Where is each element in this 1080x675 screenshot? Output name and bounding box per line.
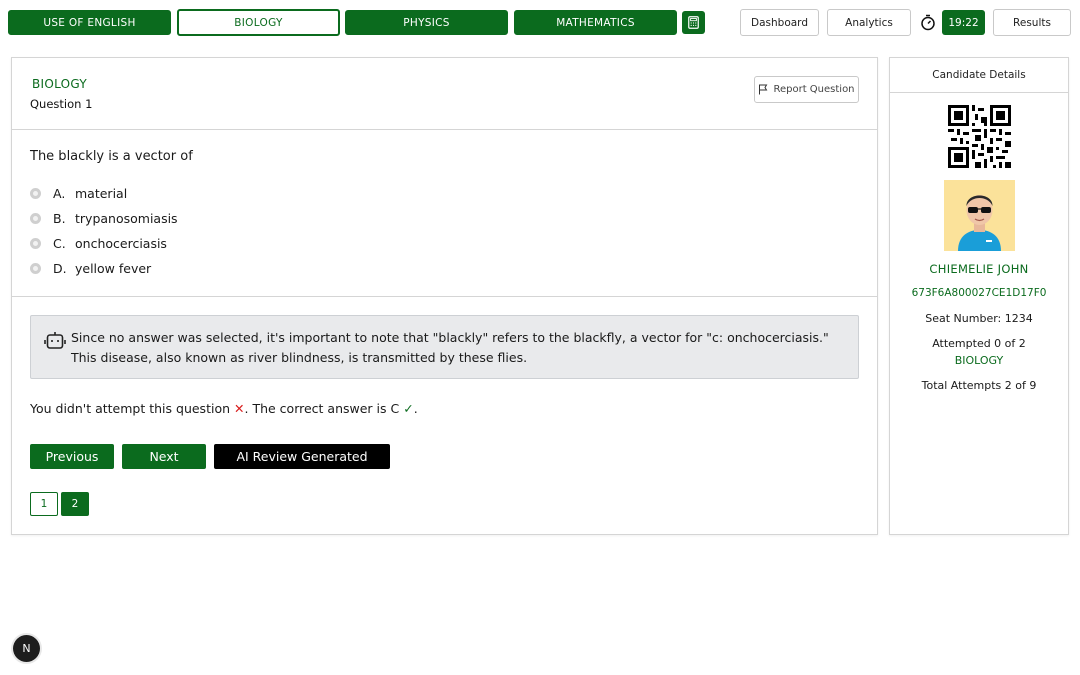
question-card: BIOLOGY Question 1 Report Question The b… [11, 57, 878, 535]
option-b[interactable]: B. trypanosomiasis [30, 209, 178, 227]
timer-display: 19:22 [942, 10, 985, 35]
question-header: BIOLOGY Question 1 Report Question [12, 58, 877, 130]
option-letter: A. [53, 185, 66, 201]
previous-button[interactable]: Previous [30, 444, 114, 469]
n-badge-button[interactable]: N [13, 635, 40, 662]
option-letter: C. [53, 235, 66, 251]
question-number: Question 1 [30, 97, 93, 111]
report-question-label: Report Question [773, 84, 855, 95]
page-button-2[interactable]: 2 [61, 492, 89, 516]
question-text: The blackly is a vector of [30, 149, 193, 164]
subject-title: BIOLOGY [32, 77, 88, 91]
option-letter: B. [53, 210, 66, 226]
stopwatch-icon [921, 14, 935, 31]
candidate-details-card: Candidate Details CHIEMELIE JOHN 673F6A8… [889, 57, 1069, 535]
attempted-count: Attempted 0 of 2 [932, 337, 1026, 350]
radio-button[interactable] [30, 237, 41, 249]
avatar-illustration [944, 180, 1015, 251]
radio-button[interactable] [30, 212, 41, 224]
ai-review-button[interactable]: AI Review Generated [214, 444, 390, 469]
result-text-end: . [413, 401, 418, 416]
analytics-button[interactable]: Analytics [827, 9, 911, 36]
option-d[interactable]: D. yellow fever [30, 259, 151, 277]
calculator-icon [688, 16, 699, 29]
radio-button[interactable] [30, 187, 41, 199]
subject-tab-mathematics[interactable]: MATHEMATICS [514, 10, 677, 35]
qr-code [948, 105, 1011, 168]
ai-review-box: Since no answer was selected, it's impor… [30, 315, 859, 379]
calculator-button[interactable] [682, 11, 705, 34]
option-letter: D. [53, 260, 67, 276]
seat-number: Seat Number: 1234 [925, 312, 1033, 325]
subject-tab-use-of-english[interactable]: USE OF ENGLISH [8, 10, 171, 35]
dashboard-button[interactable]: Dashboard [740, 9, 819, 36]
candidate-details-header: Candidate Details [890, 58, 1068, 93]
option-text: trypanosomiasis [75, 210, 178, 226]
option-a[interactable]: A. material [30, 184, 127, 202]
cross-icon: ✕ [234, 401, 245, 416]
results-button[interactable]: Results [993, 9, 1071, 36]
robot-icon [44, 332, 66, 349]
radio-button[interactable] [30, 262, 41, 274]
next-button[interactable]: Next [122, 444, 206, 469]
total-attempts: Total Attempts 2 of 9 [921, 379, 1037, 392]
subject-tab-physics[interactable]: PHYSICS [345, 10, 508, 35]
flag-icon [759, 84, 768, 95]
option-c[interactable]: C. onchocerciasis [30, 234, 167, 252]
option-text: material [75, 185, 128, 201]
attempted-subject: BIOLOGY [954, 354, 1004, 367]
option-text: onchocerciasis [75, 235, 167, 251]
ai-review-text: Since no answer was selected, it's impor… [71, 330, 829, 365]
result-text-start: You didn't attempt this question [30, 401, 231, 416]
question-body: The blackly is a vector of A. material B… [12, 130, 877, 297]
subject-tab-biology[interactable]: BIOLOGY [177, 9, 340, 36]
result-text-middle: . The correct answer is C [244, 401, 400, 416]
check-icon: ✓ [403, 401, 414, 416]
page-button-1[interactable]: 1 [30, 492, 58, 516]
result-statement: You didn't attempt this question ✕. The … [30, 401, 418, 416]
candidate-id: 673F6A800027CE1D17F0 [911, 287, 1047, 299]
candidate-name: CHIEMELIE JOHN [929, 262, 1029, 276]
option-text: yellow fever [75, 260, 152, 276]
report-question-button[interactable]: Report Question [754, 76, 859, 103]
top-bar: USE OF ENGLISH BIOLOGY PHYSICS MATHEMATI… [0, 0, 1080, 46]
candidate-avatar [944, 180, 1015, 251]
